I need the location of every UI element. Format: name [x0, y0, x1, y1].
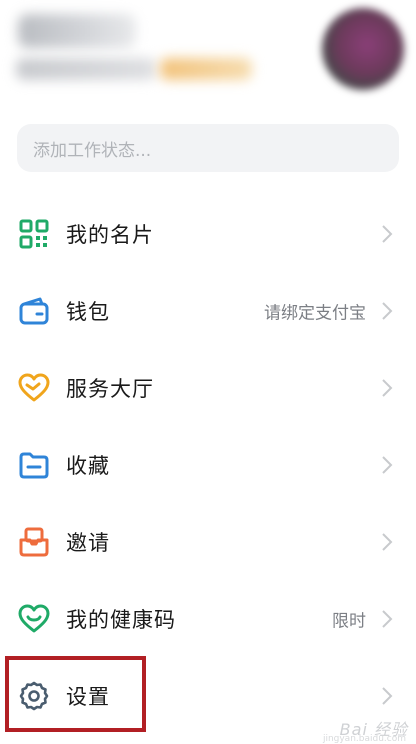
profile-subtitle-blurred [16, 58, 156, 80]
work-status-input[interactable]: 添加工作状态... [17, 124, 399, 172]
menu-item-label: 收藏 [66, 453, 110, 478]
menu-list: 我的名片 钱包 请绑定支付宝 服务大厅 收藏 邀请 我的健康码 限时 设置 [0, 195, 416, 734]
settings-highlight-box [5, 656, 146, 732]
invite-icon [18, 526, 50, 558]
menu-item-wallet[interactable]: 钱包 请绑定支付宝 [0, 272, 416, 349]
menu-item-health-code[interactable]: 我的健康码 限时 [0, 580, 416, 657]
profile-header[interactable] [0, 0, 416, 110]
qr-code-icon [18, 218, 50, 250]
wallet-icon [18, 295, 50, 327]
health-heart-icon [18, 603, 50, 635]
menu-item-service-hall[interactable]: 服务大厅 [0, 349, 416, 426]
profile-name-blurred [18, 14, 136, 48]
menu-item-invite[interactable]: 邀请 [0, 503, 416, 580]
chevron-right-icon [382, 455, 393, 474]
work-status-placeholder: 添加工作状态... [33, 140, 152, 161]
heart-service-icon [18, 372, 50, 404]
chevron-right-icon [382, 378, 393, 397]
chevron-right-icon [382, 609, 393, 628]
menu-item-label: 邀请 [66, 530, 110, 555]
menu-item-label: 我的健康码 [66, 607, 176, 632]
chevron-right-icon [382, 532, 393, 551]
chevron-right-icon [382, 301, 393, 320]
limited-time-badge: 限时 [332, 611, 366, 631]
chevron-right-icon [382, 224, 393, 243]
menu-item-label: 服务大厅 [66, 376, 154, 401]
avatar[interactable] [322, 8, 404, 90]
profile-page: 添加工作状态... 我的名片 钱包 请绑定支付宝 服务大厅 收藏 邀请 我的健康… [0, 0, 416, 744]
menu-item-business-card[interactable]: 我的名片 [0, 195, 416, 272]
chevron-right-icon [382, 686, 393, 705]
menu-item-label: 钱包 [66, 299, 110, 324]
folder-icon [18, 449, 50, 481]
menu-item-label: 我的名片 [66, 222, 154, 247]
watermark-url: jingyan.baidu.com [322, 734, 406, 744]
menu-item-favorites[interactable]: 收藏 [0, 426, 416, 503]
profile-badge-blurred [160, 58, 252, 80]
wallet-bind-hint: 请绑定支付宝 [264, 303, 366, 323]
